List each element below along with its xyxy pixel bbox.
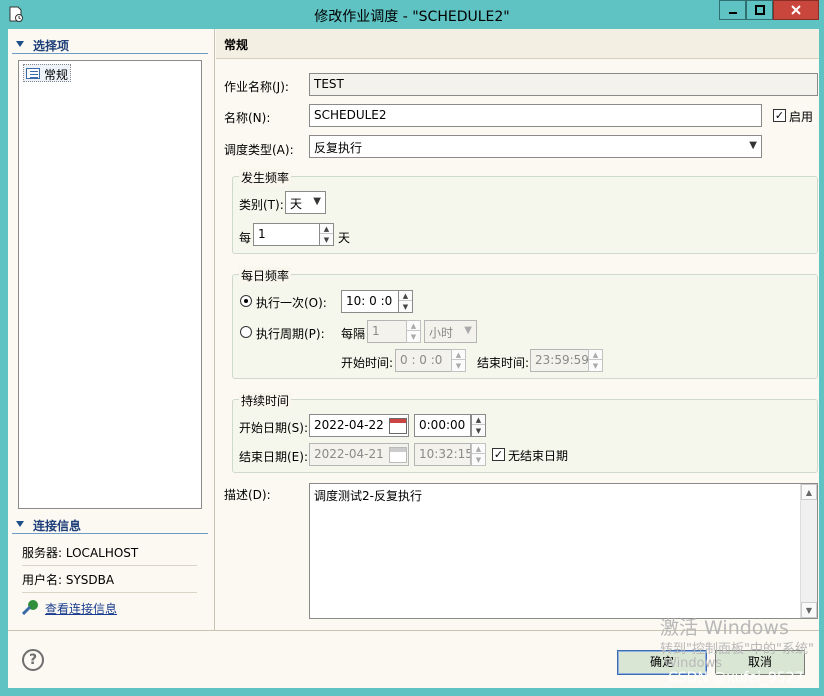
once-time-spinner[interactable]: ▲ ▼ xyxy=(398,290,413,313)
every-label: 每 xyxy=(239,231,252,245)
start-time-of-day-spinner[interactable]: ▲ ▼ xyxy=(471,414,486,437)
interval-unit-value: 小时 xyxy=(429,326,454,340)
tree-item-general[interactable]: 常规 xyxy=(23,64,72,82)
select-section-label: 选择项 xyxy=(33,39,70,53)
collapse-icon xyxy=(16,521,24,527)
start-time-spinner[interactable]: ▲ ▼ xyxy=(451,349,466,372)
interval-field[interactable]: 1 xyxy=(367,320,408,343)
general-header-label: 常规 xyxy=(224,38,249,52)
activate-windows-subtitle-2: Windows xyxy=(664,656,723,671)
description-text: 调度测试2-反复执行 xyxy=(314,489,422,503)
user-info: 用户名: SYSDBA xyxy=(22,567,197,593)
end-date-value: 2022-04-21 xyxy=(314,447,384,461)
select-section-header[interactable]: 选择项 xyxy=(12,36,208,54)
activate-windows-title: 激活 Windows xyxy=(660,617,789,639)
frequency-group-title: 发生频率 xyxy=(239,169,292,186)
name-label: 名称(N): xyxy=(224,111,271,125)
server-info: 服务器: LOCALHOST xyxy=(22,540,197,566)
category-value: 天 xyxy=(290,197,303,211)
every-days-spinner[interactable]: ▲ ▼ xyxy=(319,223,334,246)
calendar-icon[interactable] xyxy=(389,418,407,434)
duration-group-title: 持续时间 xyxy=(239,392,292,409)
calendar-icon[interactable] xyxy=(389,447,407,463)
title-bar[interactable]: 修改作业调度 - "SCHEDULE2" xyxy=(0,0,824,29)
no-end-date-checkbox[interactable]: ✓ xyxy=(492,448,505,461)
once-label: 执行一次(O): xyxy=(256,296,327,310)
description-scrollbar[interactable]: ▲ ▼ xyxy=(800,484,817,618)
end-time-label: 结束时间: xyxy=(477,356,530,370)
frequency-group: 发生频率 类别(T): 天 ▼ 每 1 ▲ ▼ 天 xyxy=(232,169,818,254)
end-time-of-day-spinner[interactable]: ▲ ▼ xyxy=(471,443,486,466)
name-field[interactable]: SCHEDULE2 xyxy=(309,104,762,127)
description-textarea[interactable]: 调度测试2-反复执行 ▲ ▼ xyxy=(309,483,818,619)
scroll-up-icon[interactable]: ▲ xyxy=(801,484,817,500)
chevron-down-icon: ▼ xyxy=(749,140,757,151)
start-time-of-day-field[interactable]: 0:00:00 xyxy=(414,414,471,437)
end-date-label: 结束日期(E): xyxy=(239,450,308,464)
category-label: 类别(T): xyxy=(239,198,284,212)
end-time-spinner[interactable]: ▲ ▼ xyxy=(588,349,603,372)
collapse-icon xyxy=(16,41,24,47)
close-icon xyxy=(791,5,801,15)
start-date-label: 开始日期(S): xyxy=(239,421,309,435)
activate-windows-subtitle: 转到"控制面板"中的"系统" xyxy=(660,642,814,657)
general-header: 常规 xyxy=(216,29,819,59)
minimize-button[interactable] xyxy=(719,0,746,20)
chevron-down-icon: ▼ xyxy=(313,196,321,207)
window-title: 修改作业调度 - "SCHEDULE2" xyxy=(314,9,510,25)
left-panel: 选择项 常规 连接信息 服务器: LOCALHOST 用户名: SYSDBA 查… xyxy=(8,29,215,630)
end-time-of-day-field[interactable]: 10:32:15 xyxy=(414,443,471,466)
job-name-label: 作业名称(J): xyxy=(224,80,289,94)
end-time-field[interactable]: 23:59:59 xyxy=(530,349,589,372)
connection-icon xyxy=(22,600,38,615)
description-label: 描述(D): xyxy=(224,488,271,502)
once-radio[interactable] xyxy=(240,295,252,307)
page-tree[interactable]: 常规 xyxy=(18,60,202,509)
schedule-type-label: 调度类型(A): xyxy=(224,143,294,157)
help-icon[interactable]: ? xyxy=(22,649,44,671)
schedule-type-select[interactable]: 反复执行 ▼ xyxy=(309,135,762,158)
interval-spinner[interactable]: ▲ ▼ xyxy=(406,320,421,343)
chevron-down-icon: ▼ xyxy=(464,325,472,336)
start-time-label: 开始时间: xyxy=(341,356,394,370)
schedule-type-value: 反复执行 xyxy=(314,141,363,155)
enabled-checkbox[interactable]: ✓ xyxy=(773,109,786,122)
tree-item-label: 常规 xyxy=(44,68,69,82)
right-panel: 常规 作业名称(J): TEST 名称(N): SCHEDULE2 ✓ 启用 调… xyxy=(216,29,819,630)
start-time-field[interactable]: 0 : 0 :0 xyxy=(395,349,452,372)
dialog-window: 修改作业调度 - "SCHEDULE2" 选择项 常规 连接信息 服务器: LO… xyxy=(0,0,824,696)
connection-section-label: 连接信息 xyxy=(33,519,82,533)
enabled-label: 启用 xyxy=(789,110,814,124)
interval-label: 每隔 xyxy=(341,327,366,341)
daily-frequency-group-title: 每日频率 xyxy=(239,267,292,284)
minimize-icon xyxy=(728,12,737,14)
connection-section-header[interactable]: 连接信息 xyxy=(12,516,208,534)
once-time-field[interactable]: 10: 0 :0 xyxy=(341,290,399,313)
no-end-date-label: 无结束日期 xyxy=(508,449,569,463)
dialog-client: 选择项 常规 连接信息 服务器: LOCALHOST 用户名: SYSDBA 查… xyxy=(8,29,819,688)
interval-unit-select[interactable]: 小时 ▼ xyxy=(424,320,477,343)
periodic-label: 执行周期(P): xyxy=(256,327,325,341)
daily-frequency-group: 每日频率 执行一次(O): 10: 0 :0 ▲ ▼ 执行周期(P): 每隔 1 … xyxy=(232,267,818,379)
job-name-field[interactable]: TEST xyxy=(309,73,818,96)
periodic-radio[interactable] xyxy=(240,326,252,338)
duration-group: 持续时间 开始日期(S): 2022-04-22 0:00:00 ▲ ▼ 结束日期… xyxy=(232,392,818,473)
every-unit-label: 天 xyxy=(338,231,351,245)
start-date-value: 2022-04-22 xyxy=(314,418,384,432)
close-button[interactable] xyxy=(773,0,819,20)
page-icon xyxy=(26,68,40,79)
csdn-watermark: CSDN @xufei_9527 xyxy=(668,670,804,686)
view-connection-link[interactable]: 查看连接信息 xyxy=(45,600,117,617)
maximize-button[interactable] xyxy=(746,0,773,20)
every-days-field[interactable]: 1 xyxy=(253,223,320,246)
maximize-icon xyxy=(754,5,765,15)
category-select[interactable]: 天 ▼ xyxy=(285,191,326,214)
scroll-down-icon[interactable]: ▼ xyxy=(801,602,817,618)
